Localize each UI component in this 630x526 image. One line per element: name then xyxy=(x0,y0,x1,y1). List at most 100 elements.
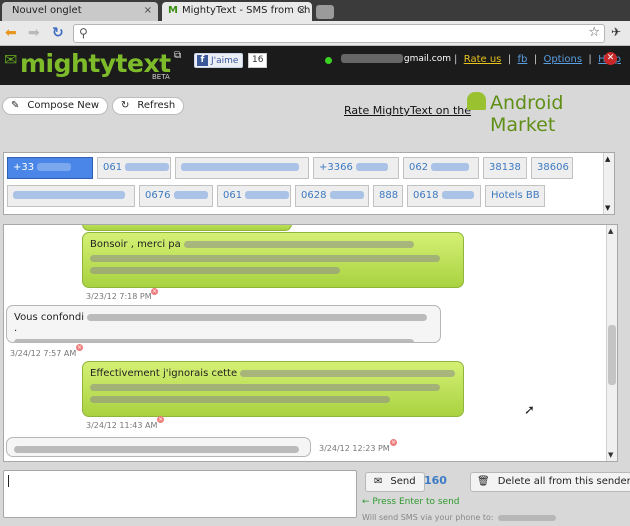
contact-chip[interactable]: 888 xyxy=(373,185,403,207)
redacted-text xyxy=(87,313,428,321)
delete-all-button[interactable]: 🗑 Delete all from this sender xyxy=(470,472,630,492)
redacted-text xyxy=(90,396,390,403)
redacted-number xyxy=(13,191,125,199)
extension-icon[interactable]: ✈ xyxy=(611,25,621,39)
contact-chip[interactable] xyxy=(7,185,135,207)
redacted-email xyxy=(340,54,403,63)
contact-chip[interactable]: Hotels BB xyxy=(485,185,545,207)
bookmark-star-icon[interactable]: ☆ xyxy=(588,25,600,40)
message-bubble-outgoing[interactable]: Bonsoir , merci pa xyxy=(82,232,464,288)
forward-arrow-icon[interactable]: ➡ xyxy=(28,25,40,41)
contact-chip[interactable]: 38138 xyxy=(483,157,527,179)
browser-toolbar: ⬅ ➡ ↻ ⚲ ☆ ✈ xyxy=(0,21,630,46)
message-input[interactable] xyxy=(3,470,357,518)
address-bar[interactable]: ⚲ ☆ xyxy=(73,24,605,43)
redacted-number xyxy=(431,163,470,171)
message-bubble-outgoing[interactable]: Effectivement j'ignorais cette xyxy=(82,361,464,417)
trash-icon: 🗑 xyxy=(477,476,490,487)
contact-chip[interactable]: 0676 xyxy=(139,185,213,207)
search-icon: ⚲ xyxy=(79,26,88,40)
delete-message-icon[interactable]: × xyxy=(151,288,158,295)
new-tab-button[interactable] xyxy=(316,5,334,19)
message-text: Effectivement j'ignorais cette xyxy=(90,368,238,379)
fb-link[interactable]: fb xyxy=(517,54,527,65)
contact-chip[interactable]: 061 xyxy=(217,185,291,207)
message-timestamp: 3/24/12 12:23 PM xyxy=(319,444,390,453)
send-button[interactable]: ✉ Send xyxy=(365,472,425,492)
contact-chip[interactable]: 062 xyxy=(403,157,479,179)
redacted-text xyxy=(183,240,414,248)
redacted-number xyxy=(37,163,72,171)
redacted-text xyxy=(90,267,340,274)
delete-message-icon[interactable]: × xyxy=(390,439,397,446)
character-counter: 160 xyxy=(424,474,447,487)
message-text: Vous confondi xyxy=(14,312,84,323)
chat-bubble-logo-icon: ✉ xyxy=(4,50,18,69)
redacted-number xyxy=(329,191,364,199)
pencil-icon: ✎ xyxy=(11,100,20,111)
redacted-number xyxy=(497,514,556,521)
compose-new-button[interactable]: ✎ Compose New xyxy=(2,97,109,115)
back-arrow-icon[interactable]: ⬅ xyxy=(5,25,17,41)
message-bubble-incoming[interactable] xyxy=(6,437,311,457)
redacted-text xyxy=(90,384,440,391)
rate-us-link[interactable]: Rate us xyxy=(464,54,502,65)
message-text: Bonsoir , merci pa xyxy=(90,239,181,250)
contact-chip[interactable]: +33 xyxy=(7,157,93,179)
contact-chip[interactable]: 061 xyxy=(97,157,171,179)
scrollbar-thumb[interactable] xyxy=(608,325,616,385)
header-links: | Rate us | fb | Options | Help xyxy=(454,54,621,65)
browser-tab-mightytext[interactable]: M MightyText - SMS from Ch × xyxy=(162,2,312,21)
fb-like-label: J'aime xyxy=(211,55,239,66)
browser-tab-new[interactable]: Nouvel onglet × xyxy=(2,2,158,21)
scroll-down-icon[interactable]: ▼ xyxy=(608,451,613,459)
external-link-icon[interactable]: ⧉ xyxy=(174,50,181,61)
tab-close-icon[interactable]: × xyxy=(144,5,152,16)
message-bubble-incoming[interactable]: Vous confondi . xyxy=(6,305,441,343)
redacted-number xyxy=(441,191,474,199)
rate-on-market-link[interactable]: Rate MightyText on the xyxy=(344,104,471,117)
message-bubble-outgoing[interactable] xyxy=(82,225,292,231)
scroll-up-icon[interactable]: ▲ xyxy=(608,227,613,235)
contacts-scrollbar[interactable]: ▲ ▼ xyxy=(603,153,614,214)
contact-chip[interactable]: +3366 xyxy=(313,157,399,179)
app-logo[interactable]: mightytext xyxy=(20,49,171,78)
mouse-cursor-icon: ➚ xyxy=(524,403,535,418)
options-link[interactable]: Options xyxy=(543,54,582,65)
facebook-like-button[interactable]: f J'aime xyxy=(194,53,244,68)
contact-chip[interactable]: 38606 xyxy=(531,157,573,179)
facebook-icon: f xyxy=(197,55,208,66)
scroll-down-icon[interactable]: ▼ xyxy=(605,204,610,212)
android-market-icon[interactable] xyxy=(467,92,486,110)
redacted-text xyxy=(240,369,456,377)
beta-label: BETA xyxy=(152,73,170,81)
will-send-note: Will send SMS via your phone to: xyxy=(362,513,556,522)
close-icon[interactable]: ✕ xyxy=(604,52,617,65)
redacted-number xyxy=(356,163,389,171)
fb-like-count: 16 xyxy=(248,53,268,68)
refresh-button[interactable]: ↻ Refresh xyxy=(112,97,185,115)
contact-chip[interactable]: 0618 xyxy=(407,185,481,207)
redacted-number xyxy=(173,191,208,199)
online-status-dot xyxy=(325,57,332,64)
browser-tab-strip: Nouvel onglet × M MightyText - SMS from … xyxy=(0,0,630,21)
account-email: gmail.com xyxy=(336,54,451,64)
contact-chip[interactable]: 0628 xyxy=(295,185,369,207)
delete-message-icon[interactable]: × xyxy=(76,344,83,351)
redacted-text xyxy=(14,339,414,342)
android-market-logo[interactable]: Android Market xyxy=(490,92,630,136)
contact-chip[interactable] xyxy=(175,157,309,179)
message-timestamp: 3/24/12 11:43 AM xyxy=(86,421,158,430)
contacts-list: +33 061 +3366 062 38138 38606 0676 061 0… xyxy=(3,152,615,215)
conversation-scrollbar[interactable]: ▲ ▼ xyxy=(606,225,617,461)
scroll-up-icon[interactable]: ▲ xyxy=(605,155,610,163)
delete-message-icon[interactable]: × xyxy=(157,416,164,423)
tab-close-icon[interactable]: × xyxy=(298,5,306,16)
mightytext-favicon-icon: M xyxy=(168,5,178,16)
refresh-icon: ↻ xyxy=(121,100,130,111)
redacted-text xyxy=(90,255,440,262)
text-caret xyxy=(8,475,9,487)
reload-icon[interactable]: ↻ xyxy=(52,25,64,41)
redacted-number xyxy=(181,163,299,171)
message-timestamp: 3/24/12 7:57 AM xyxy=(10,349,77,358)
